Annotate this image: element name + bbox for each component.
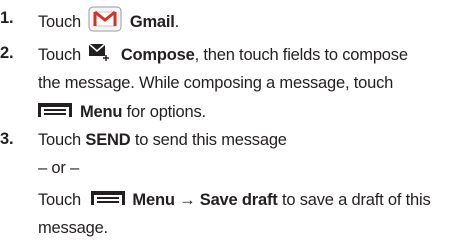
step-line: the message. While composing a message, … bbox=[38, 74, 394, 92]
step-line: Touch Compose, then touch fields to comp… bbox=[38, 43, 408, 67]
step-line: Touch Gmail. bbox=[38, 6, 180, 38]
step-text: Touch bbox=[38, 45, 82, 64]
menu-label: Menu bbox=[80, 103, 123, 121]
step-line: message. bbox=[38, 219, 108, 237]
step-line: Touch Menu → Save draft to save a draft … bbox=[38, 190, 431, 211]
compose-icon bbox=[88, 43, 111, 66]
step-line: Touch SEND to send this message bbox=[38, 130, 287, 150]
compose-label: Compose bbox=[120, 45, 195, 64]
step-text: Touch bbox=[38, 12, 82, 31]
step-text: Touch bbox=[38, 191, 82, 209]
gmail-icon bbox=[88, 6, 122, 37]
step-line: – or – bbox=[38, 159, 79, 177]
send-label: SEND bbox=[85, 131, 131, 149]
menu-icon bbox=[38, 102, 72, 122]
step-text: Touch bbox=[38, 131, 82, 149]
gmail-label: Gmail bbox=[129, 12, 175, 31]
step-number: 2. bbox=[0, 44, 14, 62]
save-draft-label: Menu → Save draft bbox=[132, 191, 278, 209]
step-line: Menu for options. bbox=[38, 102, 206, 123]
step-text: , then touch fields to compose bbox=[194, 45, 408, 64]
step-text: for options. bbox=[126, 103, 206, 121]
step-text: to send this message bbox=[134, 131, 287, 149]
step-number: 1. bbox=[0, 9, 14, 27]
menu-icon bbox=[91, 190, 126, 210]
step-text: to save a draft of this bbox=[281, 191, 431, 209]
step-text: . bbox=[174, 12, 180, 31]
step-number: 3. bbox=[0, 130, 14, 148]
